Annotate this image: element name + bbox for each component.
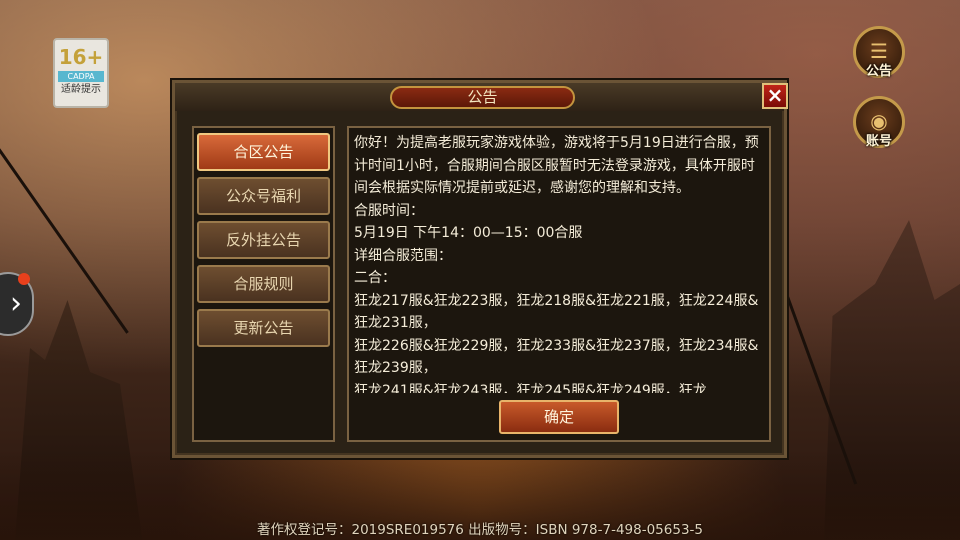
chevron-right-icon: ›	[10, 286, 22, 321]
announcement-button-label: 公告	[865, 64, 892, 79]
tab-official-account-benefits[interactable]: 公众号福利	[197, 177, 330, 215]
tab-merge-rules[interactable]: 合服规则	[197, 265, 330, 303]
announcement-content-panel: 你好！为提高老服玩家游戏体验，游戏将于5月19日进行合服，预计时间1小时，合服期…	[347, 126, 771, 442]
tab-update-announcement[interactable]: 更新公告	[197, 309, 330, 347]
close-button[interactable]: ×	[762, 83, 788, 109]
announcement-line: 狂龙241服&狂龙243服，狂龙245服&狂龙249服，狂龙	[354, 382, 707, 394]
close-icon: ×	[766, 83, 784, 107]
account-button-label: 账号	[865, 134, 892, 149]
tab-anti-cheat-announcement[interactable]: 反外挂公告	[197, 221, 330, 259]
age-rating-org: CADPA	[58, 71, 104, 82]
announcement-button[interactable]: ☰ 公告	[853, 26, 905, 79]
notification-dot	[18, 273, 30, 285]
confirm-button[interactable]: 确定	[499, 400, 619, 434]
tab-merge-announcement[interactable]: 合区公告	[197, 133, 330, 171]
announcement-tab-list: 合区公告 公众号福利 反外挂公告 合服规则 更新公告	[192, 126, 335, 442]
account-button[interactable]: ◉ 账号	[853, 96, 905, 149]
game-screen: 16+ CADPA 适龄提示 › ☰ 公告 ◉ 账号 公告 × 合区公告 公众号…	[0, 0, 960, 540]
announcement-line: 狂龙217服&狂龙223服，狂龙218服&狂龙221服，狂龙224服&狂龙231…	[354, 292, 759, 332]
announcement-line: 二合：	[354, 270, 396, 286]
announcement-line: 合服时间：	[354, 202, 424, 219]
announcement-line: 5月19日 下午14：00—15：00合服	[354, 225, 583, 241]
announcement-dialog: 公告 × 合区公告 公众号福利 反外挂公告 合服规则 更新公告 你好！为提高老服…	[172, 80, 788, 458]
age-rating-badge: 16+ CADPA 适龄提示	[53, 38, 109, 108]
age-rating-number: 16+	[58, 45, 104, 69]
announcement-line: 狂龙226服&狂龙229服，狂龙233服&狂龙237服，狂龙234服&狂龙239…	[354, 337, 759, 377]
announcement-paragraph: 你好！为提高老服玩家游戏体验，游戏将于5月19日进行合服，预计时间1小时，合服期…	[354, 135, 759, 196]
copyright-footer: 著作权登记号：2019SRE019576 出版物号：ISBN 978-7-498…	[256, 522, 703, 538]
age-rating-tip: 适龄提示	[61, 84, 101, 95]
announcement-line: 详细合服范围：	[354, 247, 452, 264]
announcement-text-scroll[interactable]: 你好！为提高老服玩家游戏体验，游戏将于5月19日进行合服，预计时间1小时，合服期…	[354, 132, 766, 393]
dialog-title: 公告	[390, 86, 575, 109]
